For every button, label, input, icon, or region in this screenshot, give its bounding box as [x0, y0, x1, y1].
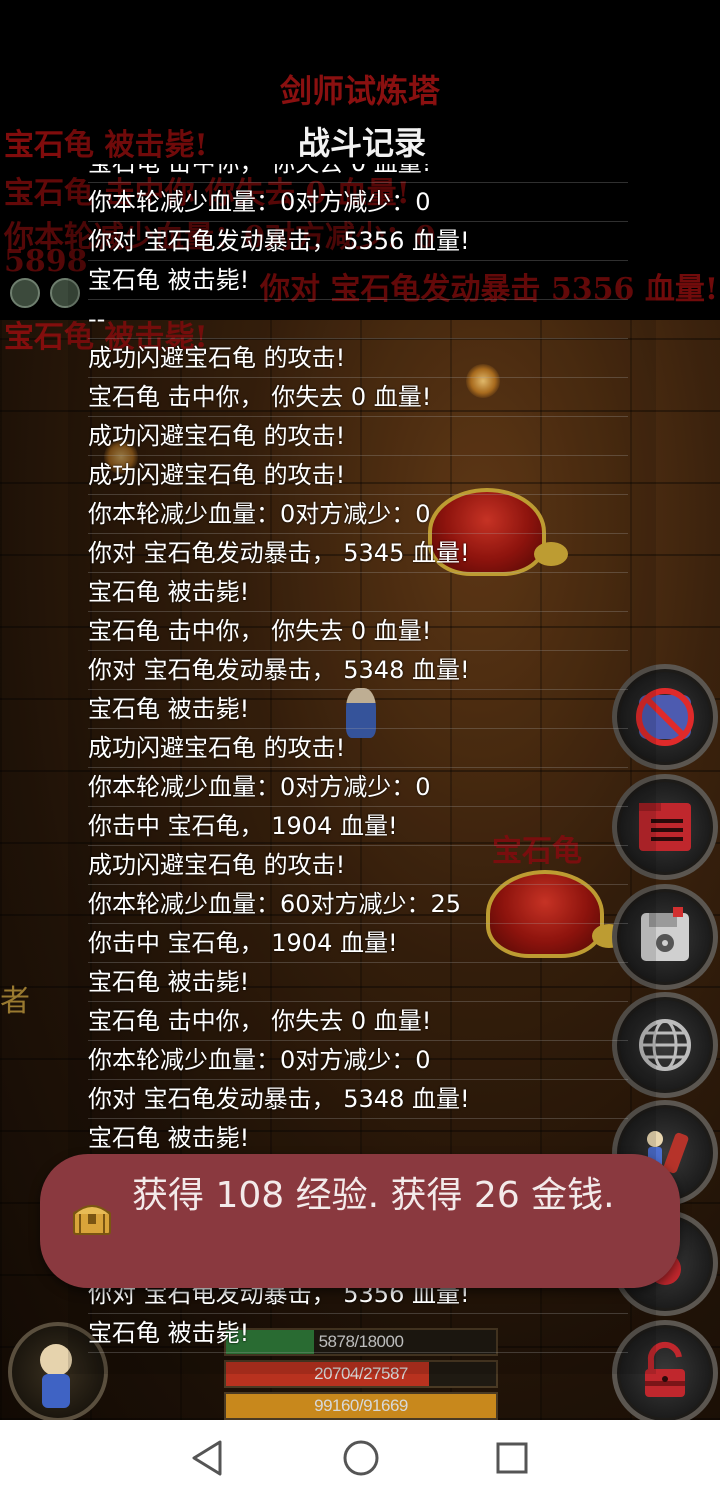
mp-bar: 99160/91669 — [224, 1392, 498, 1420]
log-line: 宝石龟 击中你， 你失去 0 血量! — [88, 164, 628, 183]
home-circle-icon[interactable] — [341, 1438, 381, 1478]
log-line: 成功闪避宝石龟 的攻击! — [88, 417, 628, 456]
log-line: 你击中 宝石龟， 1904 血量! — [88, 924, 628, 963]
log-line: 宝石龟 被击毙! — [88, 573, 628, 612]
log-line: 宝石龟 击中你， 你失去 0 血量! — [88, 378, 628, 417]
log-line: 你对 宝石龟发动暴击， 5348 血量! — [88, 651, 628, 690]
log-line: 你本轮减少血量：0对方减少：0 — [88, 495, 628, 534]
log-line: 你本轮减少血量：0对方减少：0 — [88, 183, 628, 222]
log-line: 你本轮减少血量：0对方减少：0 — [88, 768, 628, 807]
log-line: 宝石龟 被击毙! — [88, 1119, 628, 1158]
log-line: 成功闪避宝石龟 的攻击! — [88, 846, 628, 885]
log-line: 你对 宝石龟发动暴击， 5356 血量! — [88, 222, 628, 261]
navigation-bar — [0, 1420, 720, 1496]
back-triangle-icon[interactable] — [190, 1438, 226, 1478]
log-line: 宝石龟 击中你， 你失去 0 血量! — [88, 1002, 628, 1041]
mp-bar-text: 99160/91669 — [314, 1396, 408, 1415]
log-line: 你对 宝石龟发动暴击， 5348 血量! — [88, 1080, 628, 1119]
buff-icon — [10, 278, 40, 308]
recents-square-icon[interactable] — [494, 1438, 530, 1478]
log-line: 宝石龟 击中你， 你失去 0 血量! — [88, 612, 628, 651]
log-line: 你本轮减少血量：60对方减少：25 — [88, 885, 628, 924]
log-line: -- — [88, 300, 628, 339]
log-line: 你本轮减少血量：0对方减少：0 — [88, 1041, 628, 1080]
log-line: 成功闪避宝石龟 的攻击! — [88, 456, 628, 495]
log-line: 成功闪避宝石龟 的攻击! — [88, 339, 628, 378]
reward-toast: 获得 108 经验. 获得 26 金钱. — [40, 1154, 680, 1288]
log-line: 宝石龟 被击毙! — [88, 261, 628, 300]
reward-message: 获得 108 经验. 获得 26 金钱. — [132, 1175, 615, 1216]
log-line: 成功闪避宝石龟 的攻击! — [88, 729, 628, 768]
log-line: 宝石龟 被击毙! — [88, 1314, 628, 1353]
log-line: 宝石龟 被击毙! — [88, 690, 628, 729]
dialog-title: 战斗记录 — [297, 124, 426, 162]
treasure-chest-icon — [73, 1205, 111, 1235]
log-line: 宝石龟 被击毙! — [88, 963, 628, 1002]
log-line: 你击中 宝石龟， 1904 血量! — [88, 807, 628, 846]
npc-label-fragment: 者 — [0, 984, 30, 1019]
log-line: 你对 宝石龟发动暴击， 5345 血量! — [88, 534, 628, 573]
